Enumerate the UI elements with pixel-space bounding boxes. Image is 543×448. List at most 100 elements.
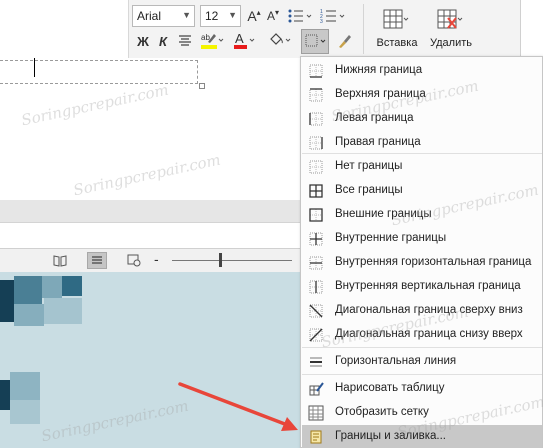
border-left-icon — [308, 111, 324, 127]
table-insert-icon — [383, 9, 409, 29]
menu-item-border-all[interactable]: Все границы — [302, 179, 542, 203]
shading-button[interactable] — [266, 30, 294, 52]
menu-item-border-top[interactable]: Верхняя граница — [302, 83, 542, 107]
font-name-value: Arial — [137, 9, 162, 23]
border-diagonal-down-icon — [308, 303, 324, 319]
font-size-combo[interactable]: 12 ▼ — [200, 5, 241, 27]
ribbon-separator — [363, 4, 364, 54]
menu-item-label: Диагональная граница снизу вверх — [335, 328, 523, 340]
background-window — [0, 272, 300, 448]
table-delete-icon — [437, 9, 463, 29]
borders-dropdown-button[interactable] — [301, 29, 329, 54]
delete-button[interactable]: Удалить — [426, 4, 476, 54]
menu-item-horizontal-line[interactable]: Горизонтальная линия — [302, 350, 542, 374]
border-top-icon — [308, 87, 324, 103]
border-none-icon — [308, 159, 324, 175]
menu-item-label: Внутренние границы — [335, 232, 447, 244]
menu-item-label: Правая граница — [335, 136, 421, 148]
read-mode-icon[interactable] — [50, 252, 70, 269]
font-size-value: 12 — [205, 9, 219, 23]
menu-separator — [302, 153, 542, 154]
brush-icon — [339, 35, 351, 48]
border-all-icon — [308, 183, 324, 199]
menu-item-label: Внутренняя горизонтальная граница — [335, 256, 532, 268]
bullets-icon — [288, 9, 312, 23]
border-grid-icon — [305, 34, 326, 47]
menu-item-border-bottom[interactable]: Нижняя граница — [302, 59, 542, 83]
menu-item-label: Диагональная граница сверху вниз — [335, 304, 523, 316]
web-layout-icon[interactable] — [124, 252, 144, 269]
shrink-font-button[interactable]: A ▾ — [265, 7, 281, 25]
insert-button[interactable]: Вставка — [371, 4, 423, 54]
menu-item-border-diagonal-down[interactable]: Диагональная граница сверху вниз — [302, 299, 542, 323]
menu-separator — [302, 347, 542, 348]
status-bar: - — [0, 248, 300, 272]
highlight-color-button[interactable]: ab — [199, 30, 227, 52]
delete-label: Удалить — [430, 37, 472, 49]
pixel-block — [0, 380, 10, 410]
pixel-block — [14, 304, 44, 326]
table-resize-handle[interactable] — [199, 83, 205, 89]
print-layout-icon[interactable] — [87, 252, 107, 269]
pixel-block — [44, 298, 82, 324]
font-color-icon: A — [234, 31, 255, 49]
menu-item-label: Внешние границы — [335, 208, 432, 220]
svg-text:A: A — [235, 31, 244, 46]
paint-bucket-icon — [270, 33, 291, 45]
pixel-block — [10, 372, 40, 400]
borders-menu: Нижняя граница Верхняя граница Левая грани… — [300, 56, 543, 448]
menu-item-border-outside[interactable]: Внешние границы — [302, 203, 542, 227]
table-cell[interactable] — [0, 60, 198, 84]
bullets-button[interactable] — [287, 6, 315, 26]
svg-text:3: 3 — [320, 19, 323, 24]
document-bottom — [0, 222, 300, 248]
menu-item-draw-table[interactable]: Нарисовать таблицу — [302, 377, 542, 401]
menu-item-label: Верхняя граница — [335, 88, 426, 100]
menu-item-border-inside-vertical[interactable]: Внутренняя вертикальная граница — [302, 275, 542, 299]
border-inside-vertical-icon — [308, 279, 324, 295]
format-painter-button[interactable] — [334, 32, 354, 50]
center-align-button[interactable] — [176, 32, 194, 50]
menu-separator — [302, 374, 542, 375]
pixel-block — [14, 276, 42, 304]
bold-button[interactable]: Ж — [135, 32, 151, 50]
border-bottom-icon — [308, 63, 324, 79]
border-inside-horizontal-icon — [308, 255, 324, 271]
numbering-button[interactable]: 123 — [319, 6, 349, 26]
menu-item-border-diagonal-up[interactable]: Диагональная граница снизу вверх — [302, 323, 542, 347]
font-color-button[interactable]: A — [232, 30, 258, 52]
chevron-down-icon: ▼ — [182, 10, 191, 20]
grow-font-icon: A — [247, 8, 257, 24]
menu-item-border-inside-horizontal[interactable]: Внутренняя горизонтальная граница — [302, 251, 542, 275]
zoom-slider-thumb[interactable] — [219, 253, 222, 267]
menu-item-label: Внутренняя вертикальная граница — [335, 280, 521, 292]
menu-item-label: Границы и заливка... — [335, 430, 446, 442]
grow-font-button[interactable]: A ▴ — [246, 7, 262, 25]
menu-item-label: Все границы — [335, 184, 403, 196]
center-align-icon — [179, 35, 191, 46]
ribbon-home-tab: Arial ▼ 12 ▼ A ▴ A ▾ 123 Ж К ab A Вставка — [128, 0, 543, 58]
menu-item-view-gridlines[interactable]: Отобразить сетку — [302, 401, 542, 425]
zoom-out-button[interactable]: - — [154, 251, 159, 267]
text-caret — [34, 58, 35, 77]
menu-item-border-right[interactable]: Правая граница — [302, 131, 542, 155]
draw-table-icon — [308, 381, 324, 397]
pixel-block — [42, 276, 62, 298]
menu-item-label: Левая граница — [335, 112, 414, 124]
border-inside-icon — [308, 231, 324, 247]
menu-item-border-left[interactable]: Левая граница — [302, 107, 542, 131]
font-name-combo[interactable]: Arial ▼ — [132, 5, 195, 27]
menu-item-label: Горизонтальная линия — [335, 355, 457, 367]
zoom-slider[interactable] — [172, 260, 292, 261]
border-right-icon — [308, 135, 324, 151]
pixel-block — [10, 400, 40, 424]
menu-item-border-none[interactable]: Нет границы — [302, 155, 542, 179]
menu-item-label: Отобразить сетку — [335, 406, 429, 418]
borders-shading-icon — [308, 429, 324, 445]
menu-item-borders-shading[interactable]: Границы и заливка... — [302, 425, 542, 448]
menu-item-border-inside[interactable]: Внутренние границы — [302, 227, 542, 251]
numbering-icon: 123 — [320, 9, 345, 24]
border-diagonal-up-icon — [308, 327, 324, 343]
view-gridlines-icon — [308, 405, 324, 421]
italic-button[interactable]: К — [155, 32, 171, 50]
